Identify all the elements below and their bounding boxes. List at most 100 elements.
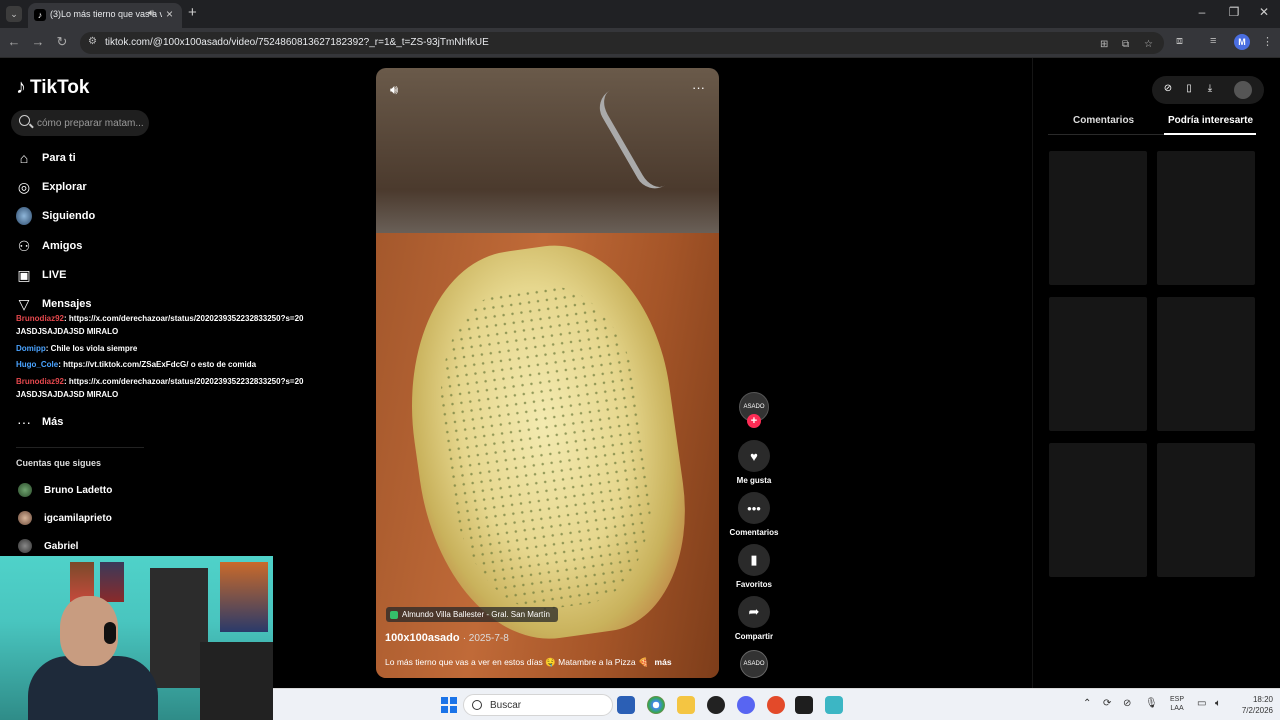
translate-icon[interactable]: ⊞ — [1100, 39, 1108, 50]
browser-tab-active[interactable]: ♪ (3)Lo más tierno que vas a ve 🔊︎ × — [28, 3, 182, 28]
back-icon[interactable]: ← — [5, 34, 23, 49]
address-bar[interactable]: ⚙ tiktok.com/@100x100asado/video/7524860… — [80, 32, 1164, 54]
following-account[interactable]: Bruno Ladetto — [18, 483, 112, 497]
search-icon[interactable] — [19, 115, 30, 126]
suggestion-placeholder[interactable] — [1049, 297, 1147, 431]
video-author[interactable]: 100x100asado · 2025-7-8 — [385, 632, 509, 644]
video-player[interactable]: 🔊︎ ··· Almundo Villa Ballester - Gral. S… — [376, 68, 719, 678]
file-explorer-icon[interactable] — [677, 696, 695, 714]
suggestion-placeholder[interactable] — [1049, 443, 1147, 577]
wall-poster — [220, 562, 268, 632]
display-icon[interactable]: ▭ — [1197, 698, 1206, 709]
site-info-icon[interactable]: ⚙ — [88, 36, 97, 47]
avatar — [18, 511, 32, 525]
browser-menu-icon[interactable]: ⋮ — [1262, 35, 1273, 48]
tab-title: (3)Lo más tierno que vas a ve — [50, 9, 162, 19]
share-icon[interactable]: ➦ — [738, 596, 770, 628]
following-name: igcamilaprieto — [44, 512, 112, 524]
bookmark-star-icon[interactable]: ☆ — [1144, 39, 1153, 50]
terminal-icon[interactable] — [795, 696, 813, 714]
chat-text: : https://vt.tiktok.com/ZSaExFdcG/ o est… — [58, 360, 257, 369]
video-more-icon[interactable]: ··· — [692, 80, 705, 95]
chat-message: Hugo_Cole: https://vt.tiktok.com/ZSaExFd… — [16, 360, 256, 369]
user-avatar[interactable] — [1234, 81, 1252, 99]
install-app-icon[interactable]: ⧉ — [1122, 39, 1129, 50]
device-icon[interactable]: ▯ — [1182, 83, 1196, 94]
like-button[interactable]: ♥ Me gusta — [724, 440, 784, 485]
tiktok-logo[interactable]: ♪ TikTok — [16, 76, 89, 99]
tiktok-favicon-icon: ♪ — [34, 9, 46, 21]
windows-start-icon[interactable] — [441, 697, 457, 713]
url-text[interactable]: tiktok.com/@100x100asado/video/752486081… — [105, 37, 489, 48]
follow-plus-icon[interactable]: + — [747, 414, 761, 428]
tab-audio-icon[interactable]: 🔊︎ — [148, 8, 154, 19]
suggestion-placeholder[interactable] — [1157, 297, 1255, 431]
chat-message: Brunodiaz92: https://x.com/derechazoar/s… — [16, 314, 304, 323]
chrome-icon[interactable] — [647, 696, 665, 714]
download-icon[interactable]: ⤓ — [1203, 83, 1217, 94]
obs-icon[interactable] — [707, 696, 725, 714]
nav-live[interactable]: ▣ LIVE — [16, 264, 66, 286]
nav-para-ti[interactable]: ⌂ Para ti — [16, 147, 76, 169]
comment-icon[interactable]: ••• — [738, 492, 770, 524]
messages-icon: ▽ — [18, 295, 30, 312]
taskbar-search[interactable]: Buscar — [463, 694, 613, 716]
teams-icon[interactable] — [617, 696, 635, 714]
following-name: Bruno Ladetto — [44, 484, 113, 496]
nav-mas[interactable]: ··· Más — [16, 411, 63, 433]
nav-label: Explorar — [42, 181, 87, 193]
maximize-icon[interactable]: ❐ — [1224, 5, 1244, 19]
location-badge[interactable]: Almundo Villa Ballester - Gral. San Mart… — [386, 607, 558, 622]
bookmark-icon[interactable]: ▮ — [738, 544, 770, 576]
search-input[interactable] — [37, 115, 145, 131]
window-close-icon[interactable]: ✕ — [1254, 5, 1274, 19]
more-link[interactable]: más — [655, 657, 672, 667]
compass-icon[interactable]: ⊘ — [1161, 83, 1175, 94]
media-control-icon[interactable]: ≡ — [1210, 35, 1216, 47]
chat-message: Brunodiaz92: https://x.com/derechazoar/s… — [16, 377, 304, 386]
clock[interactable]: 18:20 7/2/2026 — [1233, 694, 1273, 716]
suggestion-placeholder[interactable] — [1049, 151, 1147, 285]
music-disc[interactable]: ASADO — [740, 650, 768, 678]
live-icon: ▣ — [17, 266, 31, 283]
search-box[interactable] — [11, 110, 149, 136]
minimize-icon[interactable]: – — [1192, 5, 1212, 19]
sync-icon[interactable]: ⟳ — [1103, 698, 1111, 709]
brave-icon[interactable] — [767, 696, 785, 714]
volume-icon[interactable]: 🔈︎ — [1215, 698, 1221, 709]
share-button[interactable]: ➦ Compartir — [724, 596, 784, 641]
nav-siguiendo[interactable]: Siguiendo — [16, 205, 95, 227]
profile-avatar[interactable]: M — [1234, 34, 1250, 50]
tab-search-button[interactable]: ⌄ — [6, 6, 22, 22]
following-avatar — [16, 207, 32, 225]
nav-label: Siguiendo — [42, 210, 96, 222]
suggestion-placeholder[interactable] — [1157, 443, 1255, 577]
volume-icon[interactable]: 🔊︎ — [390, 82, 398, 98]
tab-comentarios[interactable]: Comentarios — [1073, 115, 1134, 126]
chevron-up-icon[interactable]: ⌃ — [1083, 698, 1091, 709]
app-icon[interactable] — [825, 696, 843, 714]
tab-close-icon[interactable]: × — [166, 7, 173, 21]
nav-amigos[interactable]: ⚇ Amigos — [16, 235, 83, 257]
favorites-button[interactable]: ▮ Favoritos — [724, 544, 784, 589]
new-tab-button[interactable]: + — [188, 4, 197, 22]
forward-icon[interactable]: → — [29, 34, 47, 49]
video-date: · 2025-7-8 — [462, 633, 509, 644]
chat-message: Domipp: Chile los viola siempre — [16, 344, 137, 353]
chat-text: JASDJSAJDAJSD MIRALO — [16, 390, 119, 399]
suggestion-placeholder[interactable] — [1157, 151, 1255, 285]
tab-podria-interesarte[interactable]: Podría interesarte — [1168, 115, 1253, 126]
discord-icon[interactable] — [737, 696, 755, 714]
action-label: Comentarios — [729, 528, 779, 537]
comments-button[interactable]: ••• Comentarios — [724, 492, 784, 537]
heart-icon[interactable]: ♥ — [738, 440, 770, 472]
network-off-icon[interactable]: ⊘ — [1123, 698, 1131, 709]
reload-icon[interactable]: ↻ — [53, 34, 71, 50]
nav-explorar[interactable]: ◎ Explorar — [16, 176, 87, 198]
language-indicator[interactable]: ESP LAA — [1170, 695, 1184, 713]
nav-mensajes[interactable]: ▽ Mensajes — [16, 293, 92, 315]
following-account[interactable]: igcamilaprieto — [18, 511, 112, 525]
extensions-icon[interactable]: ⧈ — [1176, 35, 1183, 48]
following-account[interactable]: Gabriel — [18, 539, 78, 553]
microphone-icon[interactable]: 🎙︎ — [1145, 698, 1158, 709]
